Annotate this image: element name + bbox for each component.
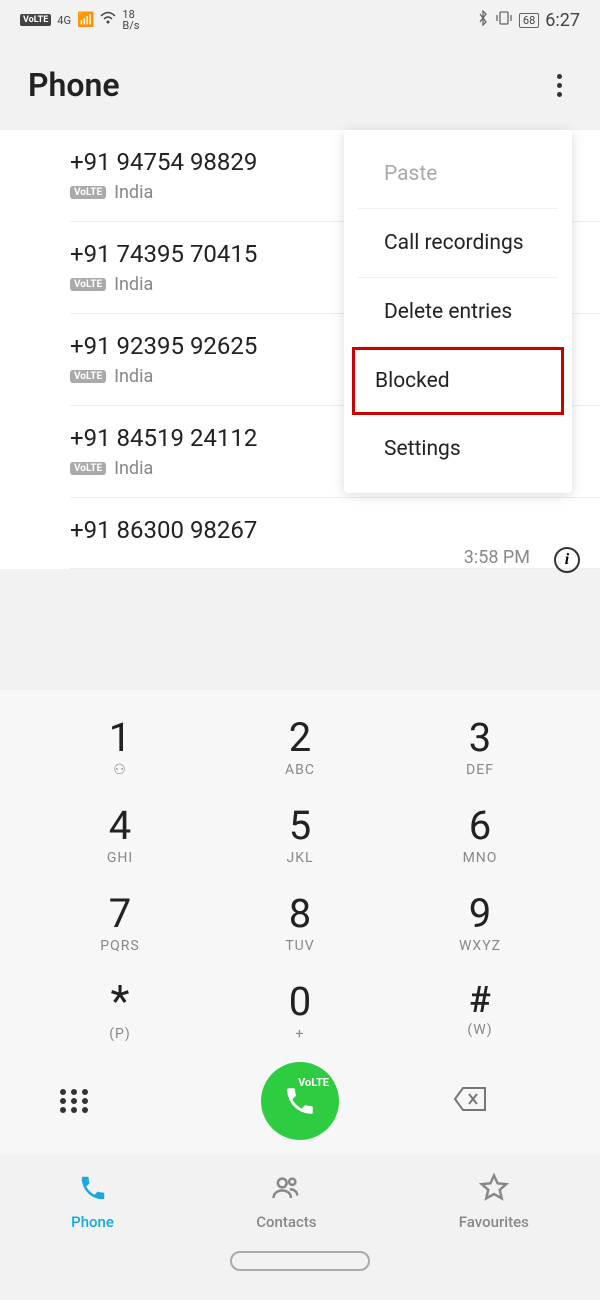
dial-digit: 9 <box>410 894 550 934</box>
contacts-icon <box>271 1173 301 1207</box>
app-header: Phone <box>0 40 600 130</box>
more-dot-icon <box>557 92 562 97</box>
bluetooth-icon <box>477 10 489 30</box>
dial-key-*[interactable]: * (P) <box>50 974 190 1050</box>
volte-badge: VoLTE <box>70 186 106 199</box>
dial-letters: (P) <box>50 1026 190 1042</box>
call-country: India <box>114 366 153 387</box>
dial-letters: MNO <box>410 850 550 866</box>
phone-icon <box>283 1084 317 1118</box>
dial-letters: (W) <box>410 1022 550 1038</box>
phone-icon <box>78 1173 108 1207</box>
home-indicator[interactable] <box>230 1251 370 1271</box>
dial-letters: + <box>230 1026 370 1042</box>
dial-digit: 4 <box>50 806 190 846</box>
dial-letters: JKL <box>230 850 370 866</box>
more-options-button[interactable] <box>547 64 572 107</box>
speed-unit: B/s <box>122 20 139 31</box>
menu-item-delete-entries[interactable]: Delete entries <box>358 278 558 347</box>
dial-letters: TUV <box>230 938 370 954</box>
signal-icon: 📶 <box>77 12 94 28</box>
volte-badge: VoLTE <box>70 278 106 291</box>
dial-digit: 5 <box>230 806 370 846</box>
dial-key-3[interactable]: 3 DEF <box>410 710 550 786</box>
call-button[interactable]: VoLTE <box>261 1062 339 1140</box>
dial-digit: 1 <box>50 718 190 758</box>
dial-digit: 6 <box>410 806 550 846</box>
call-country: India <box>114 274 153 295</box>
dial-key-6[interactable]: 6 MNO <box>410 798 550 874</box>
nav-contacts[interactable]: Contacts <box>256 1173 316 1231</box>
dial-key-7[interactable]: 7 PQRS <box>50 886 190 962</box>
dial-digit: * <box>50 982 190 1022</box>
dial-key-9[interactable]: 9 WXYZ <box>410 886 550 962</box>
nav-phone[interactable]: Phone <box>71 1173 114 1231</box>
options-dropdown: PasteCall recordingsDelete entriesBlocke… <box>344 130 572 493</box>
nav-label: Contacts <box>256 1213 316 1231</box>
dial-letters: ABC <box>230 762 370 778</box>
dial-key-2[interactable]: 2 ABC <box>230 710 370 786</box>
dial-letters: WXYZ <box>410 938 550 954</box>
page-title: Phone <box>28 66 120 104</box>
dial-digit: 3 <box>410 718 550 758</box>
nav-favourites[interactable]: Favourites <box>459 1173 529 1231</box>
dial-digit: 0 <box>230 982 370 1022</box>
call-country: India <box>114 458 153 479</box>
menu-item-blocked[interactable]: Blocked <box>352 347 564 415</box>
nav-label: Phone <box>71 1213 114 1231</box>
nav-label: Favourites <box>459 1213 529 1231</box>
clock: 6:27 <box>545 10 580 31</box>
dial-digit: 8 <box>230 894 370 934</box>
volte-badge: VoLTE <box>20 14 51 26</box>
more-dot-icon <box>557 83 562 88</box>
vibrate-icon <box>495 10 513 30</box>
dial-key-8[interactable]: 8 TUV <box>230 886 370 962</box>
call-log-item[interactable]: +91 86300 982673:58 PMi <box>70 498 600 569</box>
backspace-icon <box>453 1086 487 1112</box>
volte-badge: VoLTE <box>70 370 106 383</box>
call-number: +91 86300 98267 <box>70 516 572 544</box>
dial-letters: PQRS <box>50 938 190 954</box>
dial-key-5[interactable]: 5 JKL <box>230 798 370 874</box>
dial-digit: # <box>410 982 550 1018</box>
call-time: 3:58 PM <box>464 547 530 568</box>
info-icon[interactable]: i <box>554 547 580 573</box>
wifi-icon <box>100 11 116 29</box>
menu-item-paste: Paste <box>358 140 558 209</box>
dial-digit: 7 <box>50 894 190 934</box>
call-button-label: VoLTE <box>298 1076 329 1089</box>
menu-item-settings[interactable]: Settings <box>358 415 558 483</box>
more-dot-icon <box>557 74 562 79</box>
dial-key-#[interactable]: # (W) <box>410 974 550 1050</box>
dial-key-4[interactable]: 4 GHI <box>50 798 190 874</box>
dial-letters: ⚇ <box>50 762 190 778</box>
status-bar: VoLTE 4G 📶 18 B/s 68 6:27 <box>0 0 600 40</box>
volte-badge: VoLTE <box>70 462 106 475</box>
menu-item-call-recordings[interactable]: Call recordings <box>358 209 558 278</box>
dial-key-1[interactable]: 1⚇ <box>50 710 190 786</box>
dial-letters: GHI <box>50 850 190 866</box>
star-icon <box>479 1173 509 1207</box>
grid-icon <box>60 1089 90 1113</box>
dialpad: 1⚇2ABC3DEF4GHI5JKL6MNO7PQRS8TUV9WXYZ*(P)… <box>0 690 600 1155</box>
dial-digit: 2 <box>230 718 370 758</box>
backspace-button[interactable] <box>400 1078 540 1124</box>
dial-letters: DEF <box>410 762 550 778</box>
network-type: 4G <box>57 15 71 26</box>
dial-key-0[interactable]: 0+ <box>230 974 370 1050</box>
battery-level: 68 <box>519 13 539 28</box>
dialpad-toggle-button[interactable] <box>60 1081 200 1121</box>
bottom-navigation: Phone Contacts Favourites <box>0 1155 600 1300</box>
call-country: India <box>114 182 153 203</box>
